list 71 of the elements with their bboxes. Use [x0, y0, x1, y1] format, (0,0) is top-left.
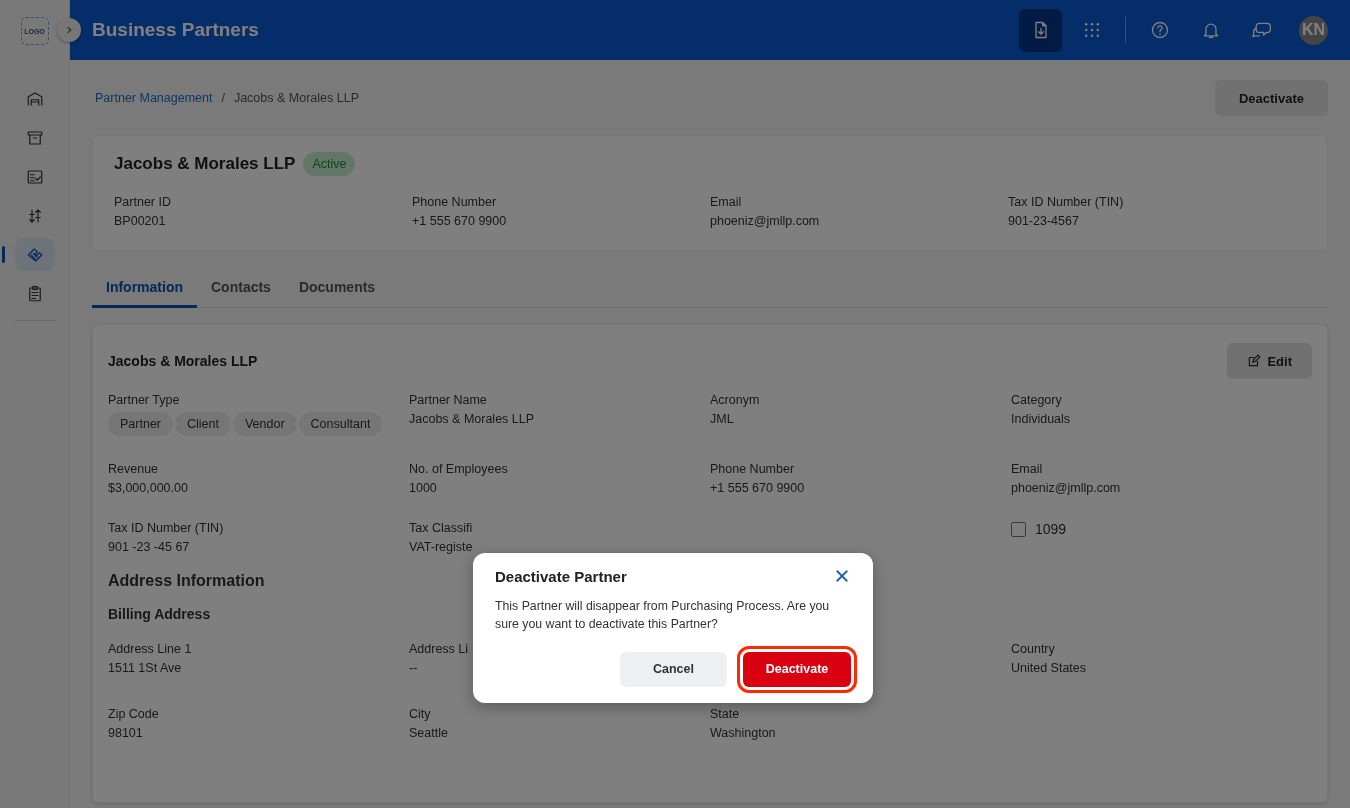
field-value: +1 555 670 9900 [412, 214, 507, 228]
field-label: Revenue [108, 462, 159, 476]
field-value: VAT-registe [409, 540, 473, 554]
checkbox[interactable] [1011, 521, 1026, 537]
field-value: phoeniz@jmllp.com [1011, 481, 1121, 495]
field-label: Category [1011, 393, 1062, 407]
edit-icon [1247, 354, 1262, 368]
field-value: United States [1011, 661, 1087, 675]
field-value: $3,000,000.00 [108, 481, 188, 495]
field-value: BP00201 [114, 214, 166, 228]
field-label: Partner Name [409, 393, 487, 407]
tag: Vendor [232, 412, 297, 436]
field-value: JML [710, 412, 734, 426]
field-value: Washington [710, 726, 776, 740]
partner-name: Jacobs & Morales LLP [114, 154, 296, 174]
cancel-button[interactable]: Cancel [620, 651, 727, 687]
edit-button[interactable]: Edit [1227, 343, 1312, 379]
section-title: Address Information [108, 572, 265, 590]
field-value: 901 -23 -45 67 [108, 540, 190, 554]
tab[interactable]: Contacts [197, 271, 285, 308]
field-label: Tax ID Number (TIN) [1008, 195, 1124, 209]
status-badge: Active [303, 152, 356, 176]
field-value: Seattle [409, 726, 448, 740]
field-label: Acronym [710, 393, 760, 407]
tag: Client [175, 412, 231, 436]
field-label: Phone Number [412, 195, 497, 209]
archive-icon [25, 128, 44, 147]
field-label: Zip Code [108, 707, 159, 721]
field-label: Country [1011, 642, 1055, 656]
field-label: Email [1011, 462, 1043, 476]
field-label: Partner Type [108, 393, 180, 407]
field-label: No. of Employees [409, 462, 508, 476]
deactivate-button[interactable]: Deactivate [1214, 80, 1328, 116]
checkbox-label: 1099 [1035, 521, 1067, 537]
help-icon [1149, 20, 1170, 40]
dialog-message: This Partner will disappear from Purchasing Process. Are you sure you want to deactivate this Partner? [495, 598, 831, 634]
field-label: Partner ID [114, 195, 171, 209]
field-value: 98101 [108, 726, 143, 740]
expand-button[interactable] [57, 18, 81, 42]
tag: Partner [108, 412, 173, 436]
breadcrumb-current: Jacobs & Morales LLP [233, 91, 359, 105]
tab[interactable]: Documents [284, 271, 390, 308]
chat-icon [1251, 20, 1272, 40]
field-value: phoeniz@jmllp.com [710, 214, 820, 228]
field-value: +1 555 670 9900 [710, 481, 805, 495]
toolbar-button[interactable] [1019, 8, 1062, 52]
field-label: City [409, 707, 431, 721]
page-title: Business Partners [92, 19, 259, 41]
checklist-icon [25, 167, 44, 186]
field-value: Individuals [1011, 412, 1071, 426]
section-title: Jacobs & Morales LLP [108, 353, 258, 369]
field-label: Email [710, 195, 742, 209]
tag: Consultant [298, 412, 383, 436]
field-label: Phone Number [710, 462, 795, 476]
field-value: 1000 [409, 481, 437, 495]
breadcrumb-link[interactable]: Partner Management [95, 91, 213, 105]
field-label: Address Line 1 [108, 642, 192, 656]
close-icon [833, 567, 851, 585]
field-label: Address Li [409, 642, 469, 656]
field-label: State [710, 707, 740, 721]
breadcrumb-separator: / [221, 91, 225, 105]
field-value: Jacobs & Morales LLP [409, 412, 535, 426]
field-value: 901-23-4567 [1008, 214, 1079, 228]
close-button[interactable] [833, 567, 851, 585]
field-label: Tax ID Number (TIN) [108, 521, 224, 535]
field-label: Tax Classifi [409, 521, 473, 535]
field-value: -- [409, 661, 418, 675]
field-value: 1511 1St Ave [108, 661, 182, 675]
tab[interactable]: Information [92, 271, 197, 308]
dialog-title: Deactivate Partner [495, 567, 627, 585]
section-subtitle: Billing Address [108, 606, 211, 622]
